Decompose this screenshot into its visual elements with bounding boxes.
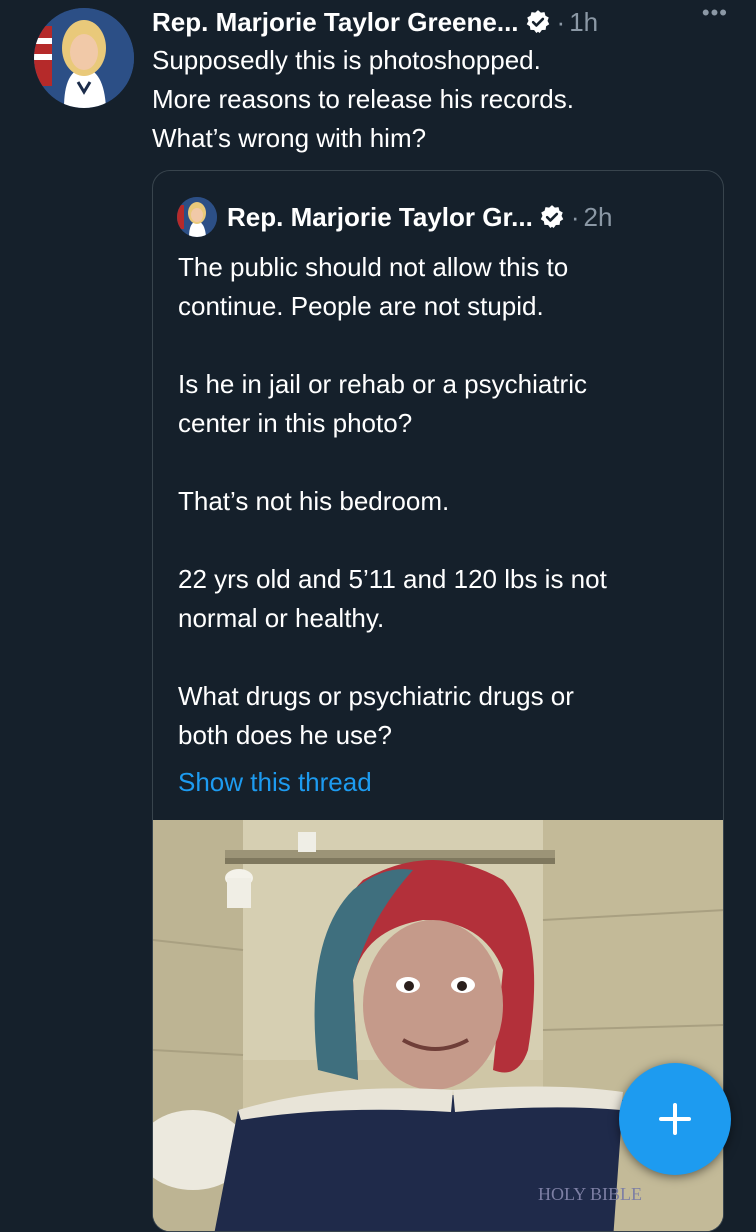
quoted-text-line [178, 443, 708, 482]
quoted-text-line: That’s not his bedroom. [178, 486, 450, 516]
more-options-icon[interactable]: ••• [702, 0, 728, 26]
tweet-text: Supposedly this is photoshopped. More re… [152, 41, 732, 158]
cell-photo: HOLY BIBLE [153, 820, 723, 1231]
quoted-text-line: both does he use? [178, 720, 392, 750]
quoted-text-line: Is he in jail or rehab or a psychiatric [178, 369, 587, 399]
quoted-tweet-text: The public should not allow this to cont… [178, 248, 708, 802]
tweet-header: Rep. Marjorie Taylor Greene... · 1h ••• [152, 0, 736, 40]
quoted-author-name[interactable]: Rep. Marjorie Taylor Gr... [227, 202, 533, 233]
tweet-text-line: More reasons to release his records. [152, 84, 574, 114]
quoted-text-line [178, 326, 708, 365]
quoted-text-line: normal or healthy. [178, 603, 385, 633]
quoted-text-line: continue. People are not stupid. [178, 291, 544, 321]
avatar-photo [34, 8, 134, 108]
separator-dot: · [556, 6, 566, 37]
author-name[interactable]: Rep. Marjorie Taylor Greene... [152, 7, 519, 38]
quoted-tweet-header: Rep. Marjorie Taylor Gr... · 2h [177, 197, 612, 237]
quoted-text-line [178, 521, 708, 560]
quoted-tweet-card[interactable]: Rep. Marjorie Taylor Gr... · 2h The publ… [152, 170, 724, 1232]
quoted-author-avatar [177, 197, 217, 237]
author-avatar[interactable] [34, 8, 134, 108]
tweet-text-line: Supposedly this is photoshopped. [152, 45, 541, 75]
quoted-text-line: The public should not allow this to [178, 252, 569, 282]
quoted-text-line: center in this photo? [178, 408, 413, 438]
tweet-timestamp[interactable]: 1h [569, 7, 598, 38]
quoted-text-line: 22 yrs old and 5’11 and 120 lbs is not [178, 564, 607, 594]
verified-badge-icon [540, 205, 564, 228]
quoted-text-line: What drugs or psychiatric drugs or [178, 681, 574, 711]
plus-icon [659, 1103, 691, 1135]
show-thread-link[interactable]: Show this thread [178, 763, 708, 802]
quoted-text-line [178, 638, 708, 677]
quoted-timestamp[interactable]: 2h [584, 202, 613, 233]
verified-badge-icon [526, 10, 549, 33]
compose-tweet-button[interactable] [619, 1063, 731, 1175]
quoted-tweet-image[interactable]: HOLY BIBLE [153, 820, 723, 1231]
separator-dot: · [570, 201, 580, 232]
tweet-text-line: What’s wrong with him? [152, 123, 427, 153]
quoted-avatar-photo [177, 197, 217, 237]
book-title-label: HOLY BIBLE [538, 1184, 642, 1204]
